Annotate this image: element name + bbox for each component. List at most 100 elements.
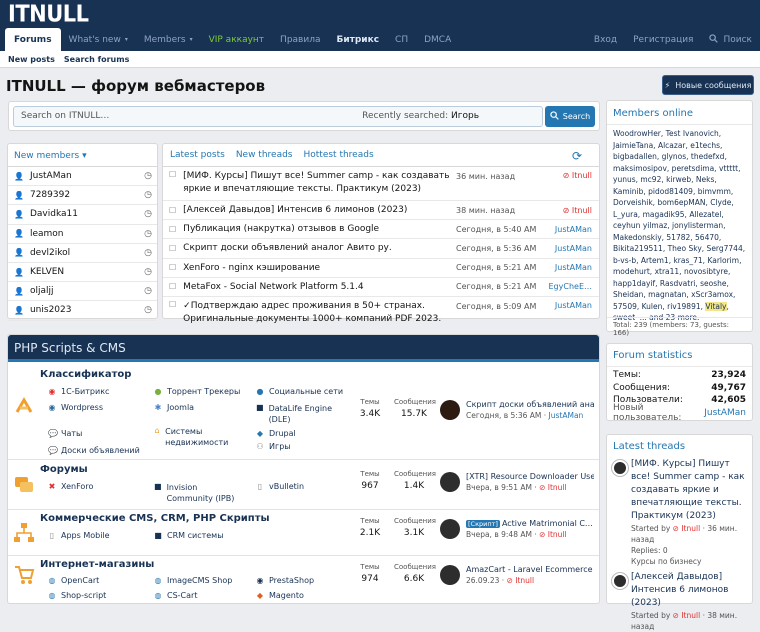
chevron-down-icon[interactable]: ▾ bbox=[190, 36, 193, 43]
latest-post-row[interactable]: ☐ Скрипт доски объявлений аналог Авито ру… bbox=[163, 239, 599, 259]
subforum-link[interactable]: ⚇ Игры bbox=[256, 442, 290, 451]
subforum-link[interactable]: ◉ 1С-Битрикс bbox=[48, 387, 110, 396]
latest-post-row[interactable]: ☐ Публикация (накрутка) отзывов в Google С… bbox=[163, 220, 599, 240]
tab-hottest-threads[interactable]: Hottest threads bbox=[304, 150, 374, 160]
subforum-link[interactable]: ■ DataLife Engine (DLE) bbox=[256, 403, 336, 425]
chevron-down-icon[interactable]: ▾ bbox=[125, 36, 128, 43]
subforum-link[interactable]: ◉ PrestaShop bbox=[256, 576, 315, 585]
tab-dmca[interactable]: DMCA bbox=[416, 28, 459, 51]
last-post-title[interactable]: [XTR] Resource Downloader User … bbox=[466, 472, 594, 481]
subforum-link[interactable]: 💬 Чаты bbox=[48, 429, 82, 438]
subforum-link[interactable]: ■ CRM системы bbox=[154, 531, 223, 540]
post-author[interactable]: ⊘ Itnull bbox=[563, 206, 592, 215]
latest-post-row[interactable]: ☐ [МИФ. Курсы] Пишут все! Summer camp - … bbox=[163, 167, 599, 201]
post-author[interactable]: JustAMan bbox=[555, 301, 592, 310]
thread-forum[interactable]: Курсы по бизнесу bbox=[631, 556, 748, 567]
subforum-link[interactable]: ⌂ Системы недвижимости bbox=[154, 426, 244, 448]
register-link[interactable]: Регистрация bbox=[625, 28, 701, 51]
member-row[interactable]: 👤 JustAMan ◷ bbox=[8, 167, 157, 187]
latest-thread-item[interactable]: [Алексей Давыдов] Интенсив 6 лимонов (20… bbox=[607, 571, 752, 632]
tab-bitrix[interactable]: Битрикс bbox=[328, 28, 387, 51]
last-post-author[interactable]: ⊘ Itnull bbox=[507, 576, 535, 585]
latest-post-row[interactable]: ☐ [Алексей Давыдов] Интенсив 6 лимонов (2… bbox=[163, 201, 599, 221]
login-link[interactable]: Вход bbox=[586, 28, 625, 51]
last-post-title[interactable]: AmazCart - Laravel Ecommerce S… bbox=[466, 565, 594, 574]
forum-title[interactable]: Интернет-магазины bbox=[40, 559, 154, 570]
post-author[interactable]: JustAMan bbox=[555, 225, 592, 234]
avatar[interactable] bbox=[440, 472, 460, 492]
latest-post-row[interactable]: ☐ XenForo - nginx кэширование Сегодня, в 5… bbox=[163, 259, 599, 278]
avatar[interactable] bbox=[440, 519, 460, 539]
latest-post-row[interactable]: ☐ MetaFox - Social Network Platform 5.1.4… bbox=[163, 278, 599, 297]
subforum-link[interactable]: ◍ OpenCart bbox=[48, 576, 100, 585]
subforum-link[interactable]: ● Социальные сети bbox=[256, 387, 344, 396]
post-title[interactable]: ✓Подтверждаю адрес проживания в 50+ стра… bbox=[183, 300, 453, 323]
new-posts-link[interactable]: New posts bbox=[8, 55, 55, 64]
tab-latest-posts[interactable]: Latest posts bbox=[170, 150, 225, 160]
member-row[interactable]: 👤 devl2ikol ◷ bbox=[8, 244, 157, 263]
avatar[interactable] bbox=[440, 400, 460, 420]
post-author[interactable]: JustAMan bbox=[555, 263, 592, 272]
subforum-link[interactable]: ▯ Apps Mobile bbox=[48, 531, 110, 540]
forum-title[interactable]: Коммерческие CMS, CRM, PHP Скрипты bbox=[40, 513, 270, 524]
subforum-link[interactable]: ◆ Drupal bbox=[256, 429, 296, 438]
last-post-author[interactable]: ⊘ Itnull bbox=[539, 483, 567, 492]
subforum-link[interactable]: ✱ Joomla bbox=[154, 403, 194, 412]
members-online-title[interactable]: Members online bbox=[607, 101, 752, 125]
post-author[interactable]: ⊘ Itnull bbox=[563, 171, 592, 180]
subforum-link[interactable]: ◉ Wordpress bbox=[48, 403, 104, 412]
post-title[interactable]: Публикация (накрутка) отзывов в Google bbox=[183, 224, 453, 234]
thread-title[interactable]: [МИФ. Курсы] Пишут все! Summer camp - ка… bbox=[631, 458, 748, 523]
member-row[interactable]: 👤 leamon ◷ bbox=[8, 225, 157, 244]
subforum-link[interactable]: ◍ ImageCMS Shop bbox=[154, 576, 233, 585]
latest-post-row[interactable]: ☐ ✓Подтверждаю адрес проживания в 50+ ст… bbox=[163, 297, 599, 323]
last-post-title[interactable]: Скрипт доски объявлений анало… bbox=[466, 400, 594, 409]
member-row[interactable]: 👤 Davidka11 ◷ bbox=[8, 205, 157, 225]
subforum-link[interactable]: ● Торрент Трекеры bbox=[154, 387, 241, 396]
member-row[interactable]: 👤 7289392 ◷ bbox=[8, 186, 157, 206]
forum-title[interactable]: Форумы bbox=[40, 464, 88, 475]
latest-thread-item[interactable]: [МИФ. Курсы] Пишут все! Summer camp - ка… bbox=[607, 458, 752, 567]
post-title[interactable]: Скрипт доски объявлений аналог Авито ру. bbox=[183, 243, 453, 253]
subforum-link[interactable]: ◍ Shop-script bbox=[48, 591, 107, 600]
member-row[interactable]: 👤 oljaljj ◷ bbox=[8, 282, 157, 302]
member-row[interactable]: 👤 KELVEN ◷ bbox=[8, 263, 157, 283]
last-post-author[interactable]: ⊘ Itnull bbox=[539, 530, 567, 539]
search-link[interactable]: Поиск bbox=[701, 28, 760, 51]
last-post-title[interactable]: [Скрипт] Active Matrimonial C… bbox=[466, 519, 594, 528]
subforum-link[interactable]: ■ Invision Community (IPB) bbox=[154, 482, 246, 504]
last-post-author[interactable]: JustAMan bbox=[549, 411, 584, 420]
thread-author[interactable]: ⊘ Itnull bbox=[673, 611, 701, 620]
tab-vip[interactable]: VIP аккаунт bbox=[201, 28, 272, 51]
thread-title[interactable]: [Алексей Давыдов] Интенсив 6 лимонов (20… bbox=[631, 571, 748, 610]
recent-search-link[interactable]: Игорь bbox=[451, 111, 479, 121]
thread-author[interactable]: ⊘ Itnull bbox=[673, 524, 701, 533]
tab-members[interactable]: Members ▾ bbox=[136, 28, 201, 51]
post-title[interactable]: XenForo - nginx кэширование bbox=[183, 263, 453, 273]
new-members-header[interactable]: New members ▾ bbox=[8, 144, 157, 167]
post-title[interactable]: MetaFox - Social Network Platform 5.1.4 bbox=[183, 282, 453, 292]
subforum-link[interactable]: ▯ vBulletin bbox=[256, 482, 304, 491]
tab-sp[interactable]: СП bbox=[387, 28, 416, 51]
post-author[interactable]: EgyCheE… bbox=[549, 282, 593, 291]
post-title[interactable]: [Алексей Давыдов] Интенсив 6 лимонов (20… bbox=[183, 205, 453, 215]
search-button[interactable]: Search bbox=[545, 106, 595, 127]
newest-member-link[interactable]: JustAMan bbox=[704, 408, 746, 418]
site-logo[interactable]: ITNULL bbox=[8, 1, 89, 27]
subforum-link[interactable]: ◆ Magento bbox=[256, 591, 304, 600]
tab-whats-new[interactable]: What's new ▾ bbox=[61, 28, 136, 51]
forum-title[interactable]: Классификатор bbox=[40, 369, 131, 380]
category-title[interactable]: PHP Scripts & CMS bbox=[8, 335, 599, 362]
avatar[interactable] bbox=[440, 565, 460, 585]
tab-new-threads[interactable]: New threads bbox=[236, 150, 293, 160]
online-member-links[interactable]: WoodrowHer, Test Ivanovich, JaimieTana, … bbox=[613, 129, 745, 311]
new-messages-button[interactable]: ⚡ Новые сообщения bbox=[662, 75, 754, 95]
subforum-link[interactable]: ◍ CS-Cart bbox=[154, 591, 198, 600]
avatar[interactable] bbox=[612, 573, 628, 589]
refresh-icon[interactable]: ⟳ bbox=[572, 149, 582, 163]
tab-forums[interactable]: Forums bbox=[5, 28, 61, 51]
subforum-link[interactable]: ✖ XenForo bbox=[48, 482, 94, 491]
subforum-link[interactable]: 💬 Доски объявлений bbox=[48, 446, 140, 455]
avatar[interactable] bbox=[612, 460, 628, 476]
search-forums-link[interactable]: Search forums bbox=[64, 55, 129, 64]
